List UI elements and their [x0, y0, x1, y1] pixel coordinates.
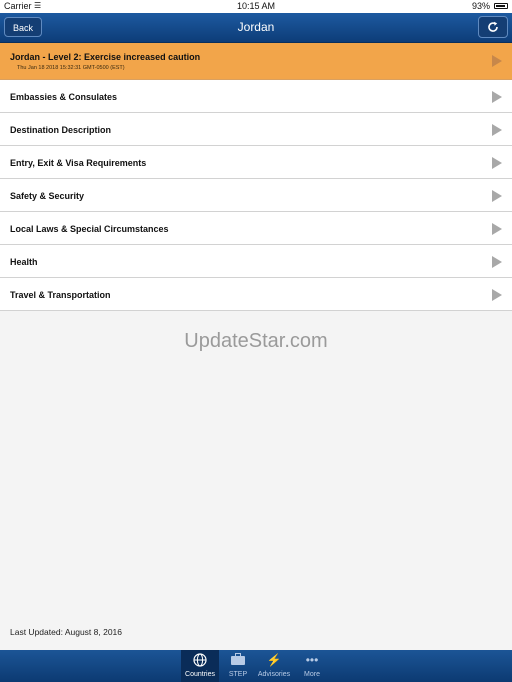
chevron-right-icon: [492, 223, 502, 235]
advisory-title: Jordan - Level 2: Exercise increased cau…: [10, 52, 201, 62]
refresh-icon: [488, 21, 498, 32]
list-item-label: Health: [10, 257, 38, 267]
list-item-label: Embassies & Consulates: [10, 92, 118, 102]
chevron-right-icon: [492, 124, 502, 136]
last-updated-label: Last Updated: August 8, 2016: [10, 627, 123, 637]
status-bar: Carrier ☰ 10:15 AM 93%: [0, 0, 512, 13]
refresh-button[interactable]: [478, 16, 508, 38]
list-item-embassies[interactable]: Embassies & Consulates: [0, 80, 512, 113]
tab-label: More: [304, 671, 320, 678]
battery-icon: [494, 3, 508, 9]
list-item-label: Local Laws & Special Circumstances: [10, 224, 169, 234]
globe-icon: [181, 653, 219, 668]
status-time: 10:15 AM: [236, 1, 276, 11]
chevron-right-icon: [492, 91, 502, 103]
tab-label: STEP: [228, 671, 248, 678]
chevron-right-icon: [492, 55, 502, 67]
page-title: Jordan: [237, 20, 275, 34]
battery-percent: 93%: [471, 1, 490, 11]
list-item-safety[interactable]: Safety & Security: [0, 179, 512, 212]
tab-label: Advisories: [257, 671, 291, 678]
navigation-bar: Jordan Back: [0, 13, 512, 43]
watermark: UpdateStar.com: [184, 330, 328, 352]
list-item-label: Destination Description: [10, 125, 112, 135]
list-item-label: Travel & Transportation: [10, 290, 111, 300]
chevron-right-icon: [492, 157, 502, 169]
list-item-entry-exit[interactable]: Entry, Exit & Visa Requirements: [0, 146, 512, 179]
back-button[interactable]: Back: [4, 17, 42, 37]
list-item-label: Safety & Security: [10, 191, 85, 201]
lightning-icon: ⚡: [266, 653, 282, 667]
list-item-label: Entry, Exit & Visa Requirements: [10, 158, 147, 168]
chevron-right-icon: [492, 256, 502, 268]
tab-label: Countries: [185, 671, 215, 678]
tab-step[interactable]: STEP: [219, 650, 257, 682]
advisory-timestamp: Thu Jan 18 2018 15:32:31 GMT-0500 (EST): [17, 65, 125, 71]
tab-bar: Countries STEP ⚡ Advisories ••• More: [0, 650, 512, 682]
tab-advisories[interactable]: ⚡ Advisories: [255, 650, 293, 682]
list-item-health[interactable]: Health: [0, 245, 512, 278]
list-item-local-laws[interactable]: Local Laws & Special Circumstances: [0, 212, 512, 245]
tab-countries[interactable]: Countries: [181, 650, 219, 682]
list-item-destination[interactable]: Destination Description: [0, 113, 512, 146]
chevron-right-icon: [492, 289, 502, 301]
chevron-right-icon: [492, 190, 502, 202]
more-icon: •••: [305, 653, 319, 667]
advisory-alert-row[interactable]: Jordan - Level 2: Exercise increased cau…: [0, 43, 512, 80]
briefcase-icon: [219, 653, 257, 668]
country-info-list: Jordan - Level 2: Exercise increased cau…: [0, 43, 512, 311]
list-item-travel[interactable]: Travel & Transportation: [0, 278, 512, 311]
tab-more[interactable]: ••• More: [293, 650, 331, 682]
